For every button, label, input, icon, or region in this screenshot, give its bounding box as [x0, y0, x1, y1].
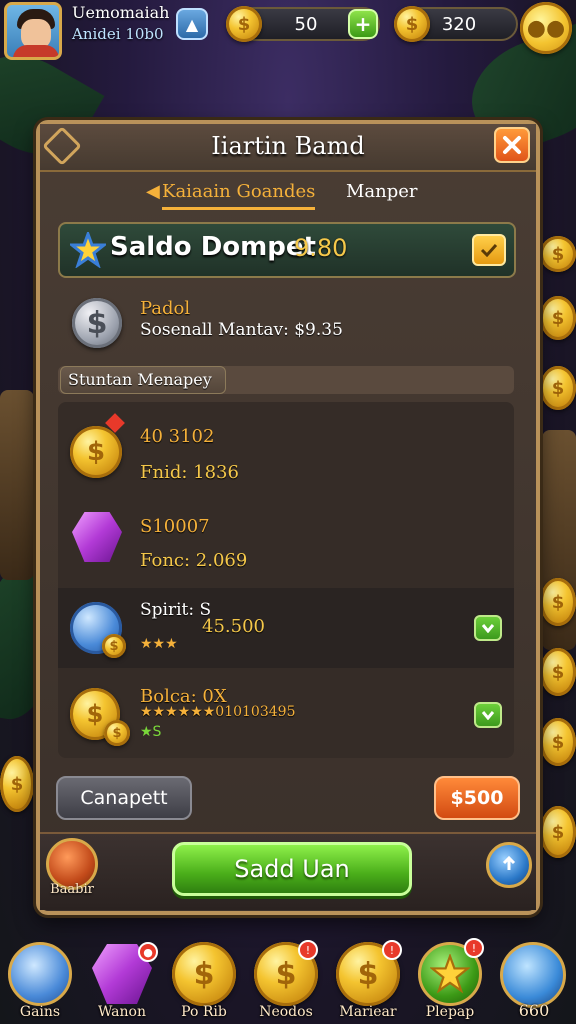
gem-currency-icon: $ [394, 6, 430, 42]
dock-item-porib[interactable]: $ Po Rib [166, 938, 242, 1024]
background-totem [0, 390, 34, 580]
silver-coin-icon: $ [72, 298, 122, 348]
dock-label: Plepap [425, 1004, 475, 1020]
dock-item-mariear[interactable]: $ ! Mariear [330, 938, 406, 1024]
balance-confirm-button[interactable] [472, 234, 506, 266]
claim-button[interactable] [474, 615, 502, 641]
menu-button[interactable]: ●● [520, 2, 572, 54]
arrow-up-icon: ▲ [185, 14, 199, 34]
tab-active[interactable]: Kaiaain Goandes [162, 174, 316, 210]
gold-coin-icon: $ [70, 426, 122, 478]
star-gem-icon [8, 942, 72, 1006]
plus-icon: + [354, 12, 372, 36]
account-name: Padol [140, 298, 191, 319]
dock-label: Po Rib [181, 1004, 227, 1020]
info-button[interactable] [486, 842, 532, 888]
reward-sub: Fonc: 2.069 [140, 550, 248, 571]
balance-label: Saldo Dompet [110, 232, 316, 262]
dock-item-gains[interactable]: Gains [2, 938, 78, 1024]
dock-label: Wanon [98, 1004, 146, 1020]
tab-bar: ◀ Kaiaain Goandes Manper [42, 174, 534, 210]
tab-secondary[interactable]: Manper [346, 174, 418, 210]
reward-row-highlight [58, 588, 514, 668]
section-title: Stuntan Menapey [68, 370, 212, 389]
left-round-label: Baabir [50, 882, 94, 897]
balance-value: 9.80 [294, 234, 348, 262]
coin-icon: $ [226, 6, 262, 42]
chevron-down-icon [481, 711, 495, 720]
cancel-button[interactable]: Canapett [56, 776, 192, 820]
background-coin-icon: $ [540, 718, 576, 766]
dock-item-wanon[interactable]: ● Wanon [84, 938, 160, 1024]
close-icon [503, 136, 521, 154]
smiley-icon: ●● [526, 15, 566, 41]
check-icon [480, 243, 498, 257]
dock-label: Neodos [259, 1004, 313, 1020]
player-name: Uemomaiah [72, 3, 170, 22]
reward-title: 40 3102 [140, 426, 215, 447]
coin-count: 50 [294, 13, 318, 35]
crystal-icon [500, 942, 566, 1008]
reward-stars: ★S [140, 724, 162, 740]
share-icon [502, 855, 516, 870]
reward-sub: Fnid: 1836 [140, 462, 239, 483]
account-detail: Sosenall Mantav: $9.35 [140, 320, 343, 340]
background-coin-icon: $ [540, 236, 576, 272]
dock-label: Gains [19, 1004, 61, 1020]
background-coin-icon: $ [540, 366, 576, 410]
close-button[interactable] [494, 127, 530, 163]
dock-item-neodos[interactable]: $ ! Neodos [248, 938, 324, 1024]
reward-stars: ★★★ [140, 636, 178, 652]
dock-label: Mariear [339, 1004, 397, 1020]
reward-value: 45.500 [202, 616, 265, 637]
background-coin-icon: $ [540, 648, 576, 696]
chevron-down-icon [481, 624, 495, 633]
dock-label: 660 [518, 1001, 550, 1020]
tab-chevron-left-icon[interactable]: ◀ [146, 174, 160, 210]
level-up-button[interactable]: ▲ [176, 8, 208, 40]
gold-coin-icon: $ [172, 942, 236, 1006]
dialog-title: Iiartin Bamd [211, 132, 365, 160]
player-subtitle: Anidei 10b0 [72, 25, 164, 43]
add-coins-button[interactable]: + [348, 9, 378, 39]
small-coin-icon: $ [104, 720, 130, 746]
background-coin-icon: $ [540, 296, 576, 340]
background-coin-icon: $ [540, 806, 576, 858]
star-icon [70, 232, 106, 268]
primary-action-button[interactable]: Sadd Uan [172, 842, 412, 896]
reward-title: Spirit: S [140, 600, 212, 620]
claim-button[interactable] [474, 702, 502, 728]
background-coin-icon: $ [540, 578, 576, 626]
player-avatar[interactable] [4, 2, 62, 60]
small-coin-icon: $ [102, 634, 126, 658]
price-button[interactable]: $500 [434, 776, 520, 820]
reward-title: S10007 [140, 516, 210, 537]
gem-count: 320 [441, 13, 477, 35]
dock-item-plepap[interactable]: ! Plepap [412, 938, 488, 1024]
background-coin-icon: $ [0, 756, 34, 812]
reward-sub: ★★★★★★010103495 [140, 704, 296, 720]
dock-item-crystal[interactable]: 660 [496, 938, 572, 1024]
